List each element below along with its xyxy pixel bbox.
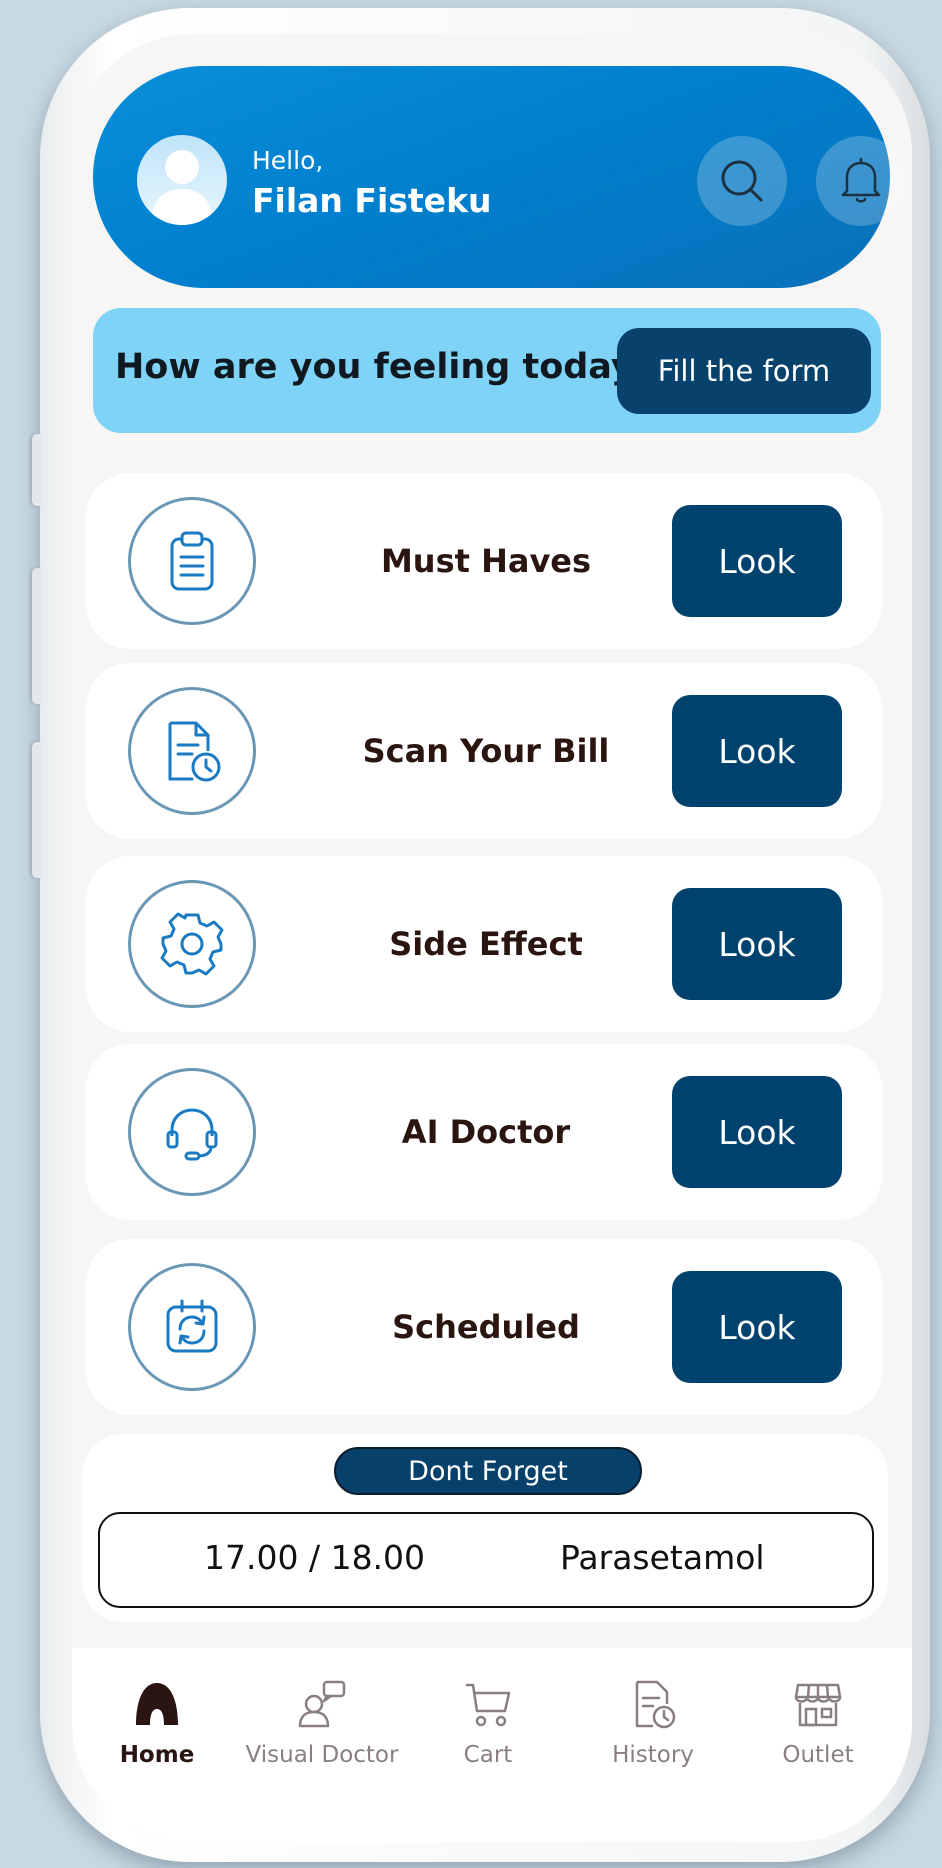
nav-item-outlet[interactable]: Outlet	[738, 1674, 898, 1768]
app-screen: Hello, Filan Fisteku How are you feeling…	[72, 34, 912, 1842]
store-icon	[794, 1683, 842, 1727]
fill-form-button[interactable]: Fill the form	[617, 328, 871, 414]
nav-label: Cart	[463, 1742, 513, 1768]
look-button-ai-doctor[interactable]: Look	[672, 1076, 842, 1188]
feature-row-ai-doctor: AI Doctor Look	[86, 1044, 882, 1220]
feature-label: Must Haves	[380, 542, 592, 580]
greeting: Hello,	[252, 146, 324, 175]
feature-label: AI Doctor	[401, 1113, 571, 1151]
feature-label: Scheduled	[392, 1308, 580, 1346]
feature-row-scheduled: Scheduled Look	[86, 1239, 882, 1415]
bell-icon	[841, 157, 881, 203]
nav-label: Outlet	[782, 1742, 854, 1768]
headset-icon	[166, 1108, 218, 1161]
avatar[interactable]	[137, 135, 227, 225]
feature-row-side-effect: Side Effect Look	[86, 856, 882, 1032]
look-button-scheduled[interactable]: Look	[672, 1271, 842, 1383]
notification-button[interactable]	[816, 136, 906, 226]
feature-icon-circle	[128, 1068, 256, 1196]
calendar-sync-icon	[166, 1299, 218, 1353]
feature-icon-circle	[128, 497, 256, 625]
feature-row-scan-bill: Scan Your Bill Look	[86, 663, 882, 839]
search-button[interactable]	[697, 136, 787, 226]
visual-doctor-icon	[298, 1680, 346, 1728]
nav-item-home[interactable]: Home	[77, 1674, 237, 1768]
look-button-scan-bill[interactable]: Look	[672, 695, 842, 807]
gear-icon	[160, 912, 224, 976]
nav-item-visual-doctor[interactable]: Visual Doctor	[242, 1674, 402, 1768]
feeling-banner: How are you feeling today Fill the form	[93, 308, 881, 433]
feature-label: Side Effect	[389, 925, 583, 963]
feature-icon-circle	[128, 687, 256, 815]
feature-icon-circle	[128, 1263, 256, 1391]
nav-label: Home	[119, 1742, 195, 1768]
look-button-side-effect[interactable]: Look	[672, 888, 842, 1000]
reminder-title: Dont Forget	[334, 1447, 642, 1495]
search-icon	[721, 160, 763, 202]
phone-volume-down	[32, 742, 42, 878]
reminder-entry[interactable]: 17.00 / 18.00 Parasetamol	[98, 1512, 874, 1608]
reminder-time: 17.00 / 18.00	[204, 1538, 426, 1577]
phone-volume-up	[32, 568, 42, 704]
feature-row-must-haves: Must Haves Look	[86, 473, 882, 649]
reminder-medicine: Parasetamol	[560, 1538, 765, 1577]
feeling-prompt: How are you feeling today	[115, 347, 634, 387]
bottom-nav: Home Visual Doctor Cart History Outlet	[72, 1648, 912, 1842]
cart-icon	[465, 1683, 511, 1727]
user-name: Filan Fisteku	[252, 181, 492, 220]
look-button-must-haves[interactable]: Look	[672, 505, 842, 617]
home-icon	[136, 1683, 178, 1725]
header: Hello, Filan Fisteku	[93, 66, 906, 288]
feature-label: Scan Your Bill	[362, 732, 610, 770]
reminder-card: Dont Forget 17.00 / 18.00 Parasetamol	[82, 1434, 888, 1622]
nav-item-cart[interactable]: Cart	[408, 1674, 568, 1768]
nav-label: Visual Doctor	[245, 1742, 399, 1768]
bill-clock-icon	[168, 721, 221, 782]
clipboard-icon	[170, 531, 214, 591]
nav-label: History	[612, 1742, 694, 1768]
nav-item-history[interactable]: History	[573, 1674, 733, 1768]
history-icon	[635, 1680, 676, 1729]
phone-side-button	[32, 434, 42, 506]
feature-icon-circle	[128, 880, 256, 1008]
